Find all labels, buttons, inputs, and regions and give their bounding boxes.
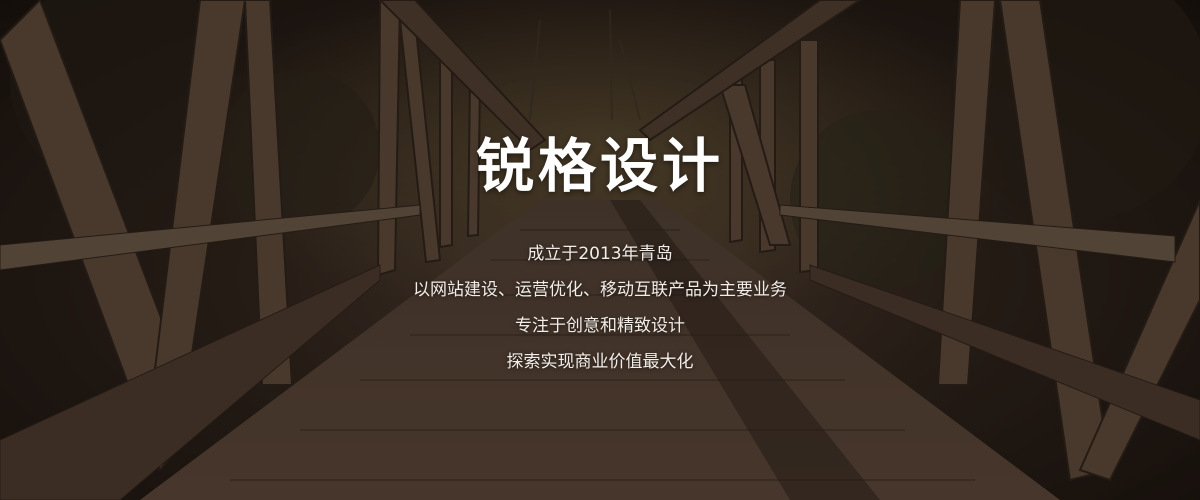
- tagline-value: 探索实现商业价值最大化: [506, 352, 694, 372]
- page-title: 锐格设计: [475, 132, 724, 200]
- tagline-focus: 专注于创意和精致设计: [515, 316, 685, 336]
- tagline-founded: 成立于2013年青岛: [527, 244, 673, 264]
- hero-banner: 锐格设计 成立于2013年青岛 以网站建设、运营优化、移动互联产品为主要业务 专…: [0, 0, 1200, 500]
- tagline-list: 成立于2013年青岛 以网站建设、运营优化、移动互联产品为主要业务 专注于创意和…: [0, 236, 1200, 380]
- hero-content: 锐格设计 成立于2013年青岛 以网站建设、运营优化、移动互联产品为主要业务 专…: [0, 0, 1200, 500]
- tagline-business: 以网站建设、运营优化、移动互联产品为主要业务: [413, 280, 787, 300]
